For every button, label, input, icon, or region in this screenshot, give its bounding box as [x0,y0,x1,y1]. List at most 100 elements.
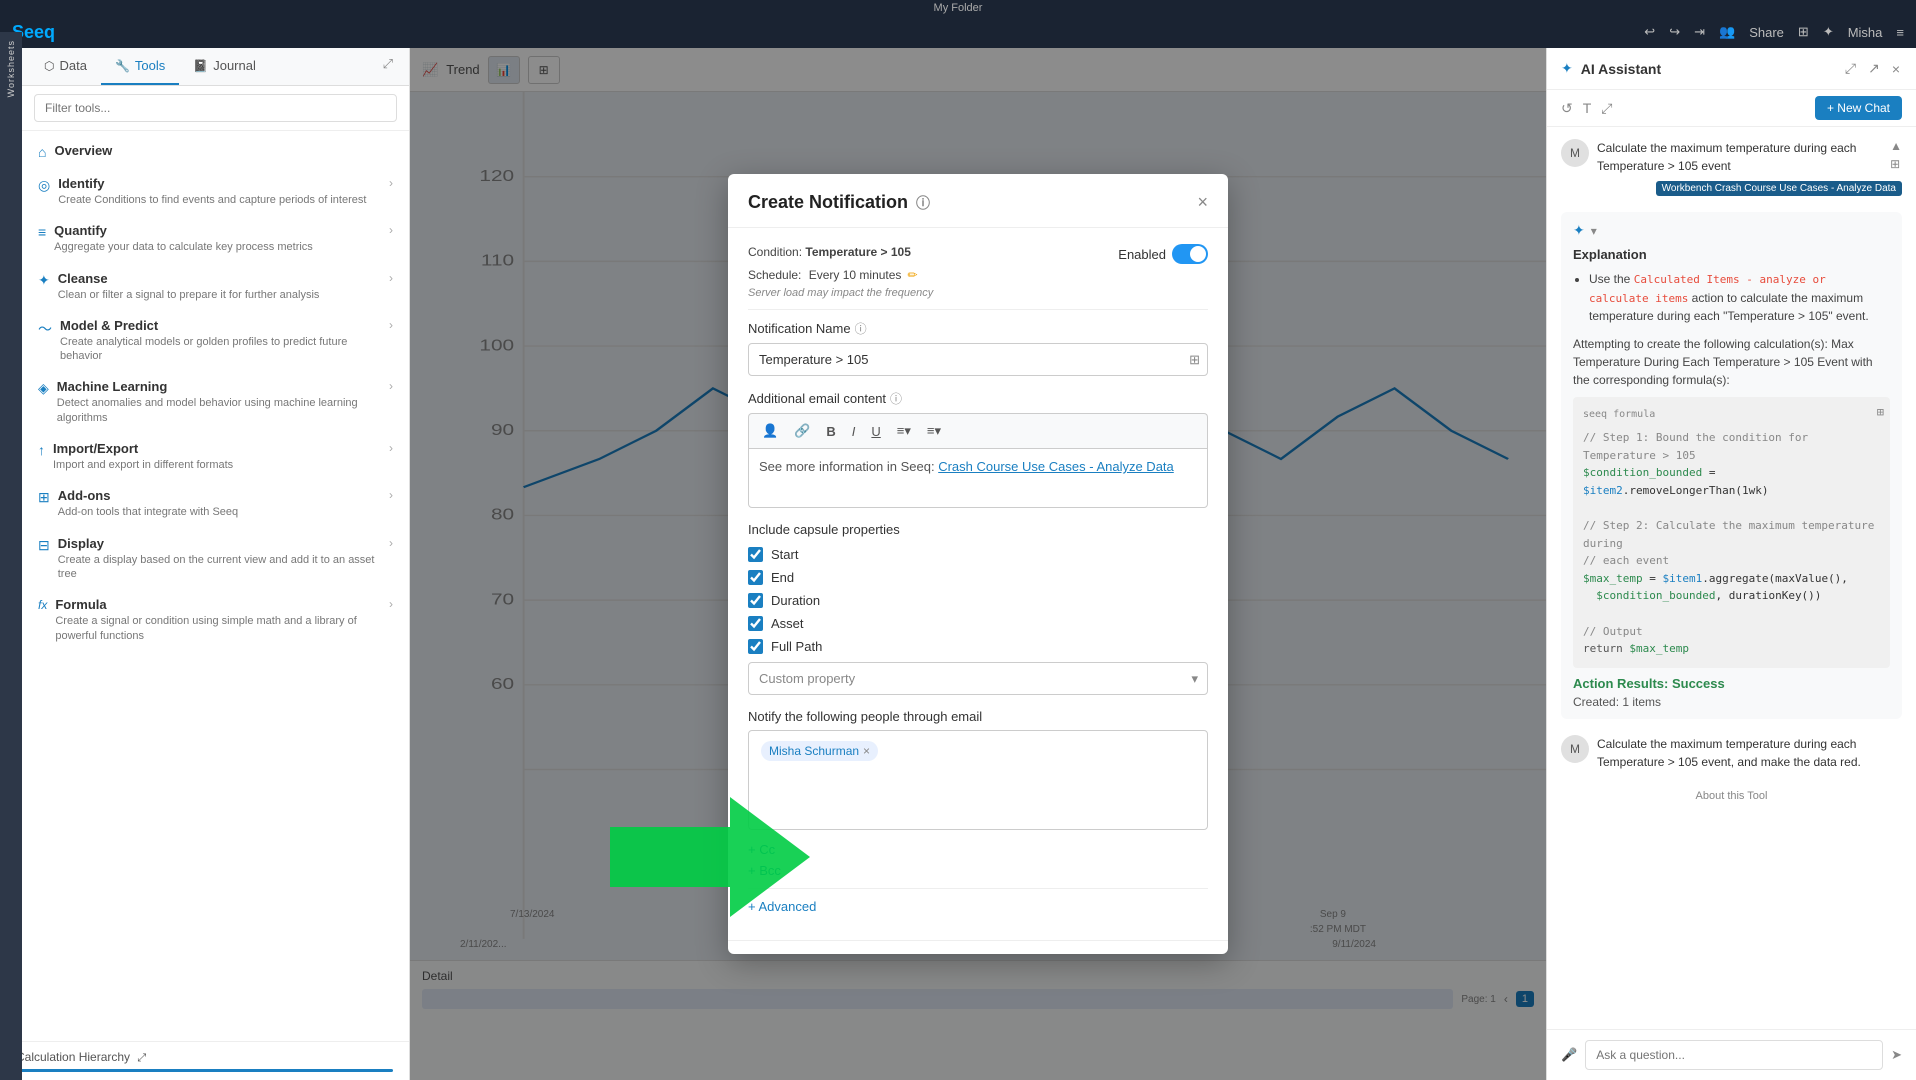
chat-copy-btn[interactable]: ⊞ [1890,157,1902,171]
sidebar-item-ml[interactable]: ◈ Machine Learning Detect anomalies and … [22,371,409,433]
sidebar-item-identify[interactable]: ◎ Identify Create Conditions to find eve… [22,168,409,215]
copy-code-btn[interactable]: ⊞ [1877,403,1884,422]
forward-icon[interactable]: ⇥ [1694,24,1705,40]
filter-tools-area [22,86,409,131]
addons-arrow: › [389,488,393,502]
sidebar-item-display[interactable]: ⊟ Display Create a display based on the … [22,528,409,590]
sidebar-item-formula[interactable]: fx Formula Create a signal or condition … [22,589,409,651]
created-items-label: Created: 1 items [1573,695,1890,709]
checkbox-fullpath-input[interactable] [748,639,763,654]
attempt-text: Attempting to create the following calcu… [1573,335,1890,389]
tab-data[interactable]: ⬡ Data [30,48,101,85]
ai-send-btn[interactable]: ➤ [1891,1047,1902,1063]
ai-share-btn[interactable]: ⤢ [1601,100,1612,117]
overview-icon: ⌂ [38,144,46,160]
formula-arrow: › [389,597,393,611]
editor-list-ordered-btn[interactable]: ≡▾ [892,420,916,442]
checkbox-asset: Asset [748,616,1208,631]
ai-microphone-btn[interactable]: 🎤 [1561,1047,1577,1063]
addons-icon: ⊞ [38,489,50,506]
checkbox-start-input[interactable] [748,547,763,562]
importexport-arrow: › [389,441,393,455]
editor-link-text[interactable]: Crash Course Use Cases - Analyze Data [938,459,1174,474]
ai-response-chevron[interactable]: ▾ [1591,224,1597,238]
users-icon[interactable]: 👥 [1719,24,1735,40]
editor-underline-btn[interactable]: U [866,421,885,442]
sidebar-item-overview[interactable]: ⌂ Overview [22,135,409,168]
sidebar-tabs: ⬡ Data 🔧 Tools 📓 Journal ⤢ [22,48,409,86]
breadcrumb: My Folder [0,0,1916,16]
editor-italic-btn[interactable]: I [847,421,861,442]
cc-link[interactable]: + Cc [748,842,1208,857]
code-block: seeq formula ⊞ // Step 1: Bound the cond… [1573,397,1890,668]
editor-person-btn[interactable]: 👤 [757,420,783,442]
modal-close-btn[interactable]: × [1197,192,1208,213]
schedule-edit-btn[interactable]: ✏ [907,268,917,282]
about-tool-link[interactable]: About this Tool [1696,790,1768,802]
email-section-label: Notify the following people through emai… [748,709,1208,724]
tab-journal[interactable]: 📓 Journal [179,48,270,85]
toggle-switch[interactable] [1172,244,1208,264]
share-button[interactable]: Share [1749,25,1784,40]
about-tool-section: About this Tool [1561,787,1902,802]
bcc-link[interactable]: + Bcc [748,863,1208,878]
display-arrow: › [389,536,393,550]
chat-message-2: M Calculate the maximum temperature duri… [1561,735,1902,771]
sidebar-item-importexport[interactable]: ↑ Import/Export Import and export in dif… [22,433,409,480]
chat-followup-text: Calculate the maximum temperature during… [1597,735,1902,771]
modal-body: Condition: Temperature > 105 Enabled [728,228,1228,940]
advanced-link[interactable]: + Advanced [748,899,1208,914]
quantify-icon: ≡ [38,224,46,240]
quantify-arrow: › [389,223,393,237]
notification-name-input[interactable] [748,343,1208,376]
editor-toolbar: 👤 🔗 B I U ≡▾ ≡▾ [748,413,1208,448]
ai-history-btn[interactable]: ↺ [1561,100,1573,117]
cleanse-icon: ✦ [38,272,50,289]
checkbox-fullpath: Full Path [748,639,1208,654]
editor-list-unordered-btn[interactable]: ≡▾ [922,420,946,442]
sidebar-item-addons[interactable]: ⊞ Add-ons Add-on tools that integrate wi… [22,480,409,527]
external-ai-btn[interactable]: ↗ [1866,58,1882,79]
email-content-group: Additional email content ⓘ 👤 🔗 B I U ≡▾ [748,390,1208,508]
checkbox-duration-input[interactable] [748,593,763,608]
ai-assistant-panel: ✦ AI Assistant ⤢ ↗ × ↺ T ⤢ + New Chat [1546,48,1916,1080]
filter-tools-input[interactable] [34,94,397,122]
action-results-label: Action Results: Success [1573,676,1890,691]
new-chat-button[interactable]: + New Chat [1815,96,1902,120]
close-ai-btn[interactable]: × [1890,59,1902,79]
ml-arrow: › [389,379,393,393]
sidebar-item-model[interactable]: 〜 Model & Predict Create analytical mode… [22,310,409,372]
capsule-properties-group: Include capsule properties Start End [748,522,1208,695]
sidebar-item-cleanse[interactable]: ✦ Cleanse Clean or filter a signal to pr… [22,263,409,310]
name-input-btn[interactable]: ⊞ [1189,352,1200,368]
chat-user-row: M Calculate the maximum temperature duri… [1561,139,1902,175]
checkbox-end: End [748,570,1208,585]
redo-icon[interactable]: ↪ [1669,24,1680,40]
checkbox-asset-input[interactable] [748,616,763,631]
tab-tools[interactable]: 🔧 Tools [101,48,179,85]
editor-bold-btn[interactable]: B [821,421,840,442]
email-tags-input[interactable]: Misha Schurman × [748,730,1208,830]
custom-property-select[interactable]: Custom property [748,662,1208,695]
checkbox-end-input[interactable] [748,570,763,585]
sidebar-items-list: ⌂ Overview ◎ Identify Create Conditions … [22,131,409,1041]
editor-link-btn[interactable]: 🔗 [789,420,815,442]
ai-chat-input[interactable] [1585,1040,1883,1070]
layout-icon[interactable]: ⊞ [1798,24,1809,40]
sidebar-item-quantify[interactable]: ≡ Quantify Aggregate your data to calcul… [22,215,409,262]
editor-content-area[interactable]: See more information in Seeq: Crash Cour… [748,448,1208,508]
ai-assistant-icon: ✦ [1561,60,1573,77]
enabled-toggle[interactable]: Enabled [1118,244,1208,264]
cc-row: + Cc [748,842,1208,857]
expand-sidebar-btn[interactable]: ⤢ [375,48,401,85]
checkbox-duration: Duration [748,593,1208,608]
calculation-hierarchy-link[interactable]: Calculation Hierarchy ⤢ [0,1041,409,1080]
undo-icon[interactable]: ↩ [1644,24,1655,40]
remove-recipient-btn[interactable]: × [863,744,870,758]
expand-ai-btn[interactable]: ⤢ [1843,58,1858,79]
ai-format-btn[interactable]: T [1583,100,1592,116]
custom-property-select-wrapper: Custom property ▾ [748,662,1208,695]
menu-icon[interactable]: ≡ [1896,25,1904,40]
chat-expand-btn[interactable]: ▲ [1890,139,1902,153]
magic-icon[interactable]: ✦ [1823,24,1834,40]
